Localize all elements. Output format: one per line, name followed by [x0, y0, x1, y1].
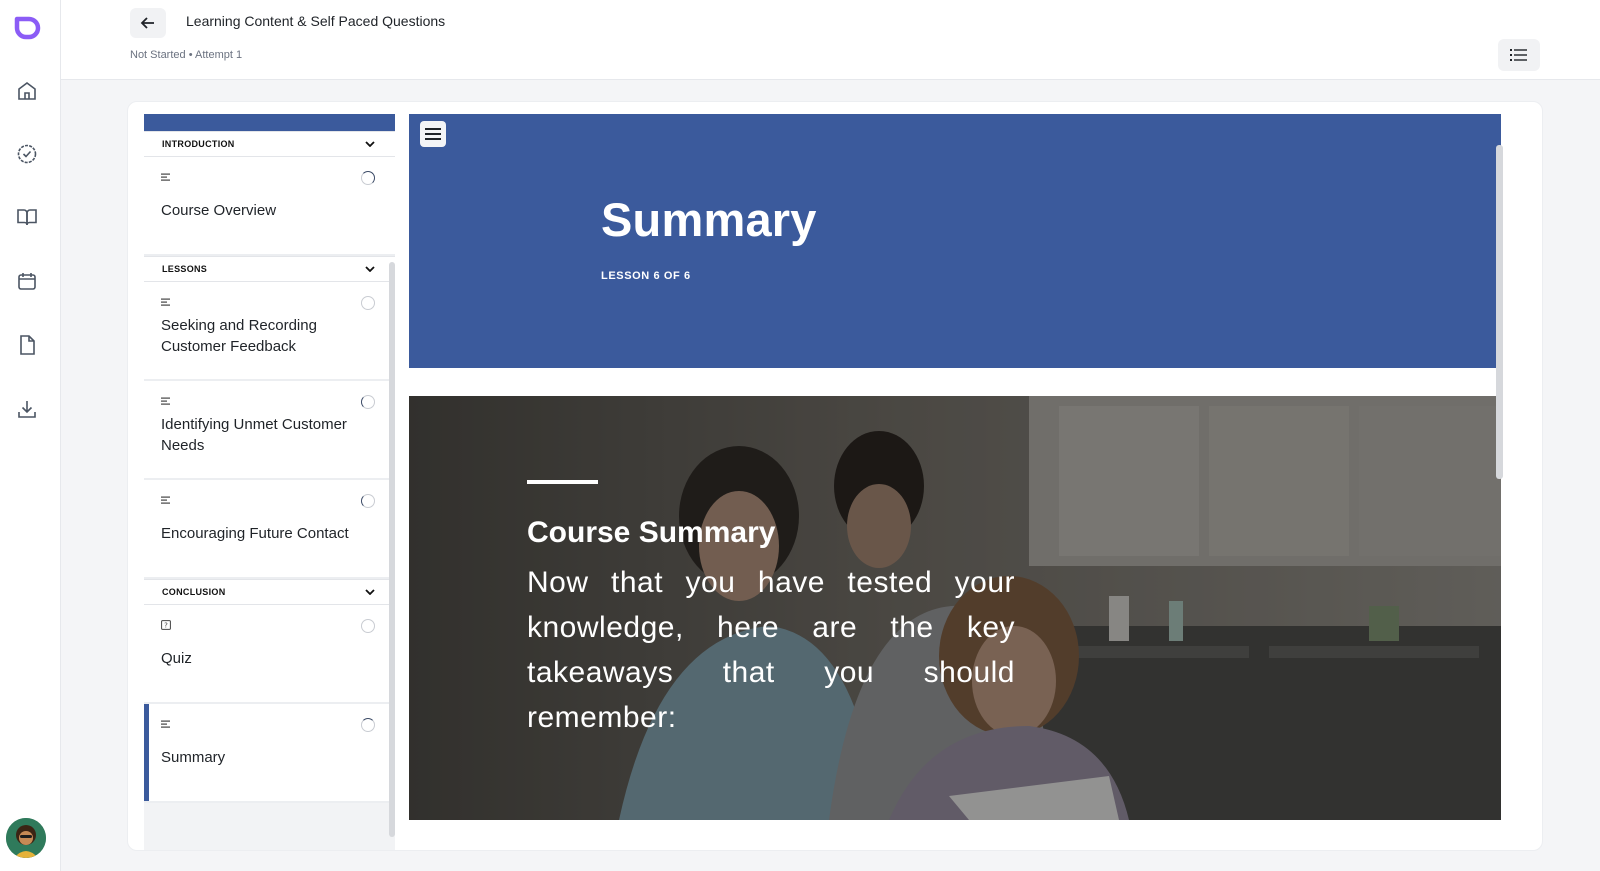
- check-circle-icon[interactable]: [15, 142, 39, 166]
- lesson-quiz[interactable]: ? Quiz: [144, 605, 395, 704]
- lesson-seeking-feedback[interactable]: Seeking and Recording Customer Feedback: [144, 282, 395, 381]
- course-outline: INTRODUCTION Course Overview LESSONS See…: [144, 114, 395, 850]
- outline-scrollbar[interactable]: [389, 262, 395, 837]
- text-lesson-icon: [161, 298, 170, 306]
- arrow-left-icon: [140, 17, 154, 29]
- course-title: Learning Content & Self Paced Questions: [186, 13, 446, 29]
- lesson-label: Summary: [161, 749, 226, 766]
- outline-topbar: [144, 114, 395, 131]
- status-separator: •: [188, 49, 193, 61]
- download-icon[interactable]: [15, 397, 39, 421]
- text-lesson-icon: [161, 397, 170, 405]
- lesson-course-overview[interactable]: Course Overview: [144, 157, 395, 256]
- menu-button[interactable]: [420, 121, 446, 147]
- summary-heading: Course Summary: [527, 516, 776, 549]
- lesson-content: Summary LESSON 6 OF 6 Course Summary Now…: [409, 114, 1501, 850]
- chevron-down-icon: [365, 141, 375, 147]
- section-title: INTRODUCTION: [162, 139, 235, 149]
- lesson-label: Identifying Unmet Customer Needs: [161, 416, 347, 454]
- summary-body-text: Now that you have tested your knowledge,…: [527, 566, 1015, 734]
- section-introduction[interactable]: INTRODUCTION: [144, 131, 395, 157]
- progress-ring-icon: [361, 494, 375, 508]
- section-lessons[interactable]: LESSONS: [144, 256, 395, 282]
- chevron-down-icon: [365, 589, 375, 595]
- lesson-count: LESSON 6 OF 6: [601, 270, 691, 282]
- left-nav-rail: [0, 0, 61, 871]
- hamburger-icon: [425, 128, 441, 140]
- lesson-label: Quiz: [161, 650, 192, 667]
- progress-ring-icon: [361, 619, 375, 633]
- lesson-label: Course Overview: [161, 202, 277, 219]
- attempt-status: Not Started • Attempt 1: [130, 49, 242, 61]
- course-header: Learning Content & Self Paced Questions …: [61, 0, 1600, 80]
- avatar-image: [6, 818, 46, 858]
- section-conclusion[interactable]: CONCLUSION: [144, 579, 395, 605]
- progress-ring-icon: [361, 395, 375, 409]
- back-button[interactable]: [130, 8, 166, 38]
- section-title: LESSONS: [162, 264, 208, 274]
- svg-text:?: ?: [164, 622, 168, 630]
- progress-ring-icon: [361, 296, 375, 310]
- home-icon[interactable]: [15, 79, 39, 103]
- lesson-card: INTRODUCTION Course Overview LESSONS See…: [127, 101, 1543, 851]
- summary-hero-image: Course Summary Now that you have tested …: [409, 396, 1501, 820]
- progress-ring-icon: [361, 718, 375, 732]
- status-text: Not Started: [130, 49, 186, 61]
- accent-divider: [527, 480, 598, 484]
- text-lesson-icon: [161, 496, 170, 504]
- quiz-icon: ?: [161, 620, 171, 630]
- calendar-icon[interactable]: [15, 269, 39, 293]
- user-avatar[interactable]: [6, 818, 46, 858]
- lesson-label: Seeking and Recording Customer Feedback: [161, 317, 317, 355]
- progress-ring-icon: [361, 171, 375, 185]
- text-lesson-icon: [161, 173, 170, 181]
- chevron-down-icon: [365, 266, 375, 272]
- lesson-banner: Summary LESSON 6 OF 6: [409, 114, 1501, 368]
- lesson-summary[interactable]: Summary: [144, 704, 395, 803]
- book-icon[interactable]: [15, 205, 39, 229]
- attempt-text: Attempt 1: [195, 49, 243, 61]
- text-lesson-icon: [161, 720, 170, 728]
- lesson-title: Summary: [601, 193, 817, 246]
- section-title: CONCLUSION: [162, 587, 226, 597]
- list-icon: [1510, 49, 1527, 61]
- table-of-contents-button[interactable]: [1498, 39, 1540, 71]
- lesson-label: Encouraging Future Contact: [161, 525, 349, 542]
- document-icon[interactable]: [15, 333, 39, 357]
- lesson-unmet-needs[interactable]: Identifying Unmet Customer Needs: [144, 381, 395, 480]
- lesson-future-contact[interactable]: Encouraging Future Contact: [144, 480, 395, 579]
- content-scrollbar[interactable]: [1496, 145, 1503, 479]
- app-logo[interactable]: [11, 13, 41, 43]
